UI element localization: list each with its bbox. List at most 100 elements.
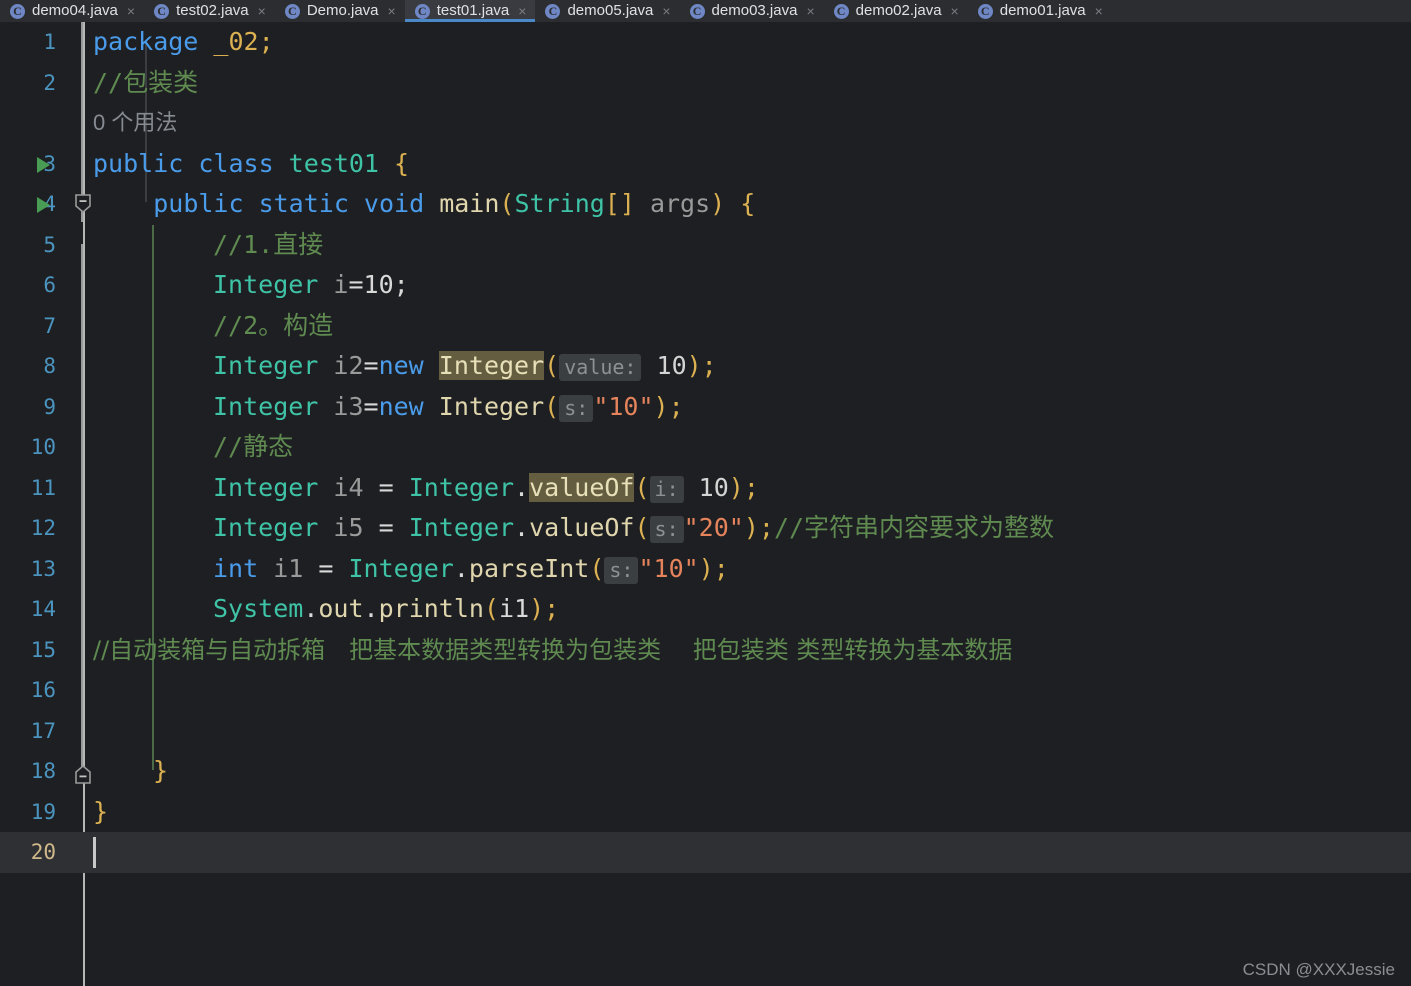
ide-window: demo04.java × test02.java × Demo.java × … xyxy=(0,0,1411,986)
tab-label: test01.java xyxy=(436,2,510,19)
line-number: 7 xyxy=(43,313,56,338)
code-line-14[interactable]: 14 System.out.println(i1); xyxy=(0,589,1411,630)
token-variable: i3 xyxy=(318,391,364,421)
token-paren: ( xyxy=(544,351,560,380)
code-line-1[interactable]: 1 package _02; xyxy=(0,22,1411,63)
code-line-19[interactable]: 19 } xyxy=(0,792,1411,833)
editor-tab-demo04[interactable]: demo04.java × xyxy=(0,0,144,22)
token-equals: = xyxy=(318,553,349,583)
code-text: Integer i3=new Integer(s: "10"); xyxy=(213,387,684,428)
close-icon[interactable]: × xyxy=(949,4,959,18)
code-text: System.out.println(i1); xyxy=(213,589,559,630)
run-class-icon[interactable] xyxy=(37,156,50,173)
line-number: 1 xyxy=(43,30,56,54)
line-number: 14 xyxy=(30,597,56,621)
code-text: Integer i2=new Integer(value: 10); xyxy=(213,346,717,387)
token-dot: . xyxy=(363,594,379,623)
token-assign: =10; xyxy=(348,270,409,299)
code-line-12[interactable]: 12 Integer i5 = Integer.valueOf(s: "20");… xyxy=(0,508,1411,549)
code-line-16[interactable]: 16 xyxy=(0,670,1411,711)
code-editor[interactable]: 1 package _02; 2 //包装类 0 个用法 3 public cl… xyxy=(0,22,1411,986)
line-number: 15 xyxy=(30,637,56,662)
code-text: //1.直接 xyxy=(213,229,324,259)
code-line-17[interactable]: 17 xyxy=(0,711,1411,752)
code-text: Integer i=10; xyxy=(213,265,409,306)
token-type-string: String xyxy=(514,189,605,218)
code-vision-row[interactable]: 0 个用法 xyxy=(0,103,1411,144)
code-text: public static void main(String[] args) { xyxy=(93,184,755,225)
usage-count-hint[interactable]: 0 个用法 xyxy=(93,103,177,144)
parameter-hint: i: xyxy=(649,475,684,503)
close-icon[interactable]: × xyxy=(386,4,396,18)
code-line-3[interactable]: 3 public class test01 { xyxy=(0,144,1411,185)
code-text: } xyxy=(153,756,169,785)
line-number: 16 xyxy=(30,678,56,702)
line-number: 18 xyxy=(30,759,56,783)
tab-label: demo01.java xyxy=(999,2,1086,19)
editor-tab-demo05[interactable]: demo05.java × xyxy=(535,0,679,22)
code-line-15[interactable]: 15 //自动装箱与自动拆箱 把基本数据类型转换为包装类 把包装类 类型转换为基… xyxy=(0,630,1411,671)
token-class-system: System xyxy=(213,594,304,623)
token-keyword-new: new xyxy=(378,391,439,421)
java-class-icon xyxy=(284,3,300,19)
token-param-args: args xyxy=(649,189,711,218)
code-text: //自动装箱与自动拆箱 把基本数据类型转换为包装类 把包装类 类型转换为基本数据 xyxy=(93,635,1013,664)
line-number: 17 xyxy=(30,718,56,743)
code-line-20[interactable]: 20 xyxy=(0,832,1411,873)
token-class: Integer xyxy=(408,513,515,542)
token-modifiers: public static void xyxy=(153,189,440,218)
code-line-8[interactable]: 8 Integer i2=new Integer(value: 10); xyxy=(0,346,1411,387)
close-icon[interactable]: × xyxy=(804,4,814,18)
editor-tab-demo03[interactable]: demo03.java × xyxy=(680,0,824,22)
tab-label: test02.java xyxy=(176,2,249,19)
token-method: valueOf xyxy=(529,513,635,542)
code-line-10[interactable]: 10 //静态 xyxy=(0,427,1411,468)
code-line-9[interactable]: 9 Integer i3=new Integer(s: "10"); xyxy=(0,387,1411,428)
editor-tab-demo02[interactable]: demo02.java × xyxy=(824,0,968,22)
code-line-13[interactable]: 13 int i1 = Integer.parseInt(s: "10"); xyxy=(0,549,1411,590)
close-icon[interactable]: × xyxy=(256,4,266,18)
line-number: 5 xyxy=(43,232,56,257)
code-line-11[interactable]: 11 Integer i4 = Integer.valueOf(i: 10); xyxy=(0,468,1411,509)
token-paren-brace: ) { xyxy=(710,189,756,218)
java-class-icon xyxy=(977,3,993,19)
java-class-icon xyxy=(833,3,849,19)
editor-tab-demo01[interactable]: demo01.java × xyxy=(968,0,1112,22)
token-string: "10" xyxy=(593,391,654,421)
editor-tab-test02[interactable]: test02.java × xyxy=(144,0,275,22)
token-brackets: [] xyxy=(604,189,650,218)
token-method-name: main xyxy=(439,189,500,218)
token-constructor: Integer xyxy=(438,391,545,421)
code-line-2[interactable]: 2 //包装类 xyxy=(0,63,1411,104)
token-constructor-highlighted: Integer xyxy=(438,351,545,380)
close-icon[interactable]: × xyxy=(125,4,135,18)
code-text: //静态 xyxy=(213,432,294,461)
parameter-hint: value: xyxy=(559,354,642,381)
token-package-name: _02; xyxy=(198,27,274,56)
token-equals: = xyxy=(363,391,379,421)
close-icon[interactable]: × xyxy=(516,4,526,18)
token-string: "20" xyxy=(683,513,744,542)
editor-tab-demo[interactable]: Demo.java × xyxy=(275,0,405,22)
close-icon[interactable]: × xyxy=(660,4,670,18)
close-icon[interactable]: × xyxy=(1093,4,1103,18)
line-number: 19 xyxy=(30,799,56,824)
code-text: Integer i5 = Integer.valueOf(s: "20");//字… xyxy=(213,508,1054,549)
run-method-icon[interactable] xyxy=(37,197,50,213)
code-line-5[interactable]: 5 //1.直接 xyxy=(0,225,1411,266)
fold-collapse-icon[interactable] xyxy=(72,193,94,215)
code-line-18[interactable]: 18 } xyxy=(0,751,1411,792)
fold-end-icon[interactable] xyxy=(72,763,94,785)
code-line-6[interactable]: 6 Integer i=10; xyxy=(0,265,1411,306)
code-line-7[interactable]: 7 //2。构造 xyxy=(0,306,1411,347)
token-paren: ( xyxy=(499,189,515,218)
code-line-4[interactable]: 4 public static void main(String[] args)… xyxy=(0,184,1411,225)
token-class: Integer xyxy=(348,553,454,583)
token-field-out: out xyxy=(318,594,364,623)
token-trailing-comment: //字符串内容要求为整数 xyxy=(773,513,1055,542)
token-method-highlighted: valueOf xyxy=(529,472,635,502)
token-keyword-new: new xyxy=(378,351,439,380)
editor-tab-test01[interactable]: test01.java × xyxy=(404,0,536,22)
tab-label: demo03.java xyxy=(711,2,798,19)
java-class-icon xyxy=(154,3,170,19)
